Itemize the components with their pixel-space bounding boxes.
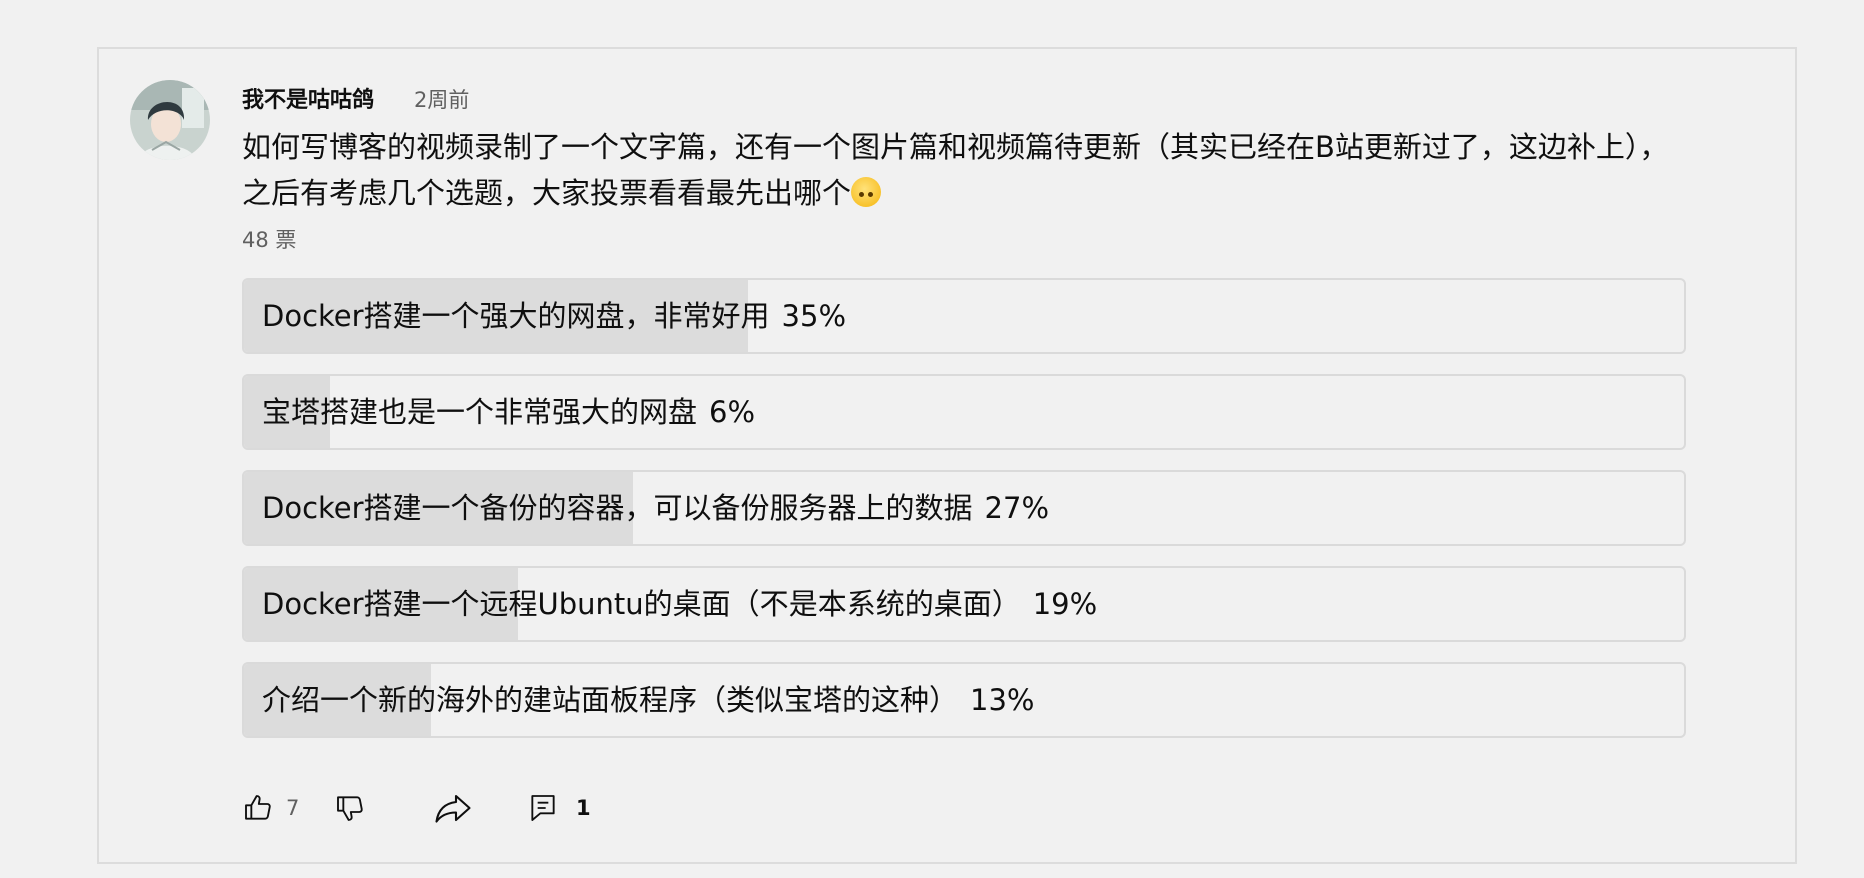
dislike-button[interactable]	[334, 786, 366, 830]
poll-option-text: 介绍一个新的海外的建站面板程序（类似宝塔的这种）	[262, 683, 959, 717]
poll-option-label: 宝塔搭建也是一个非常强大的网盘 6%	[262, 376, 755, 448]
poll: Docker搭建一个强大的网盘，非常好用 35% 宝塔搭建也是一个非常强大的网盘 6…	[242, 278, 1686, 758]
poll-option-text: 宝塔搭建也是一个非常强大的网盘	[262, 395, 698, 429]
comment-icon	[531, 795, 555, 821]
post-timestamp[interactable]: 2周前	[414, 84, 469, 114]
poll-option-percent: 35%	[781, 299, 847, 333]
poll-option-percent: 27%	[984, 491, 1050, 525]
reply-button[interactable]	[528, 786, 558, 830]
poll-option-5[interactable]: 介绍一个新的海外的建站面板程序（类似宝塔的这种） 13%	[242, 662, 1686, 738]
like-count-text: 7	[286, 796, 300, 820]
author-name[interactable]: 我不是咕咕鸽	[242, 82, 374, 114]
poll-option-2[interactable]: 宝塔搭建也是一个非常强大的网盘 6%	[242, 374, 1686, 450]
poll-option-1[interactable]: Docker搭建一个强大的网盘，非常好用 35%	[242, 278, 1686, 354]
thumbs-down-icon	[337, 796, 363, 821]
poll-option-percent: 19%	[1032, 587, 1098, 621]
poll-option-3[interactable]: Docker搭建一个备份的容器，可以备份服务器上的数据 27%	[242, 470, 1686, 546]
share-button[interactable]	[432, 786, 474, 830]
reply-count: 1	[576, 786, 591, 830]
poll-option-label: Docker搭建一个远程Ubuntu的桌面（不是本系统的桌面） 19%	[262, 568, 1097, 640]
vote-count: 48 票	[242, 228, 297, 252]
poll-option-4[interactable]: Docker搭建一个远程Ubuntu的桌面（不是本系统的桌面） 19%	[242, 566, 1686, 642]
poll-option-label: Docker搭建一个强大的网盘，非常好用 35%	[262, 280, 846, 352]
share-icon	[435, 794, 471, 823]
poll-option-percent: 13%	[970, 683, 1035, 717]
like-count: 7	[286, 786, 299, 830]
poll-option-text: Docker搭建一个远程Ubuntu的桌面（不是本系统的桌面）	[262, 587, 1021, 621]
reply-count-text: 1	[576, 796, 591, 820]
poll-option-label: Docker搭建一个备份的容器，可以备份服务器上的数据 27%	[262, 472, 1049, 544]
avatar[interactable]	[130, 80, 210, 160]
upside-down-face-icon	[851, 177, 882, 207]
poll-option-text: Docker搭建一个备份的容器，可以备份服务器上的数据	[262, 491, 973, 525]
like-button[interactable]	[242, 786, 274, 830]
avatar-image	[130, 80, 210, 160]
post-body: 如何写博客的视频录制了一个文字篇，还有一个图片篇和视频篇待更新（其实已经在B站更…	[242, 130, 1669, 210]
poll-option-percent: 6%	[709, 395, 756, 429]
poll-option-text: Docker搭建一个强大的网盘，非常好用	[262, 299, 770, 333]
post-text: 如何写博客的视频录制了一个文字篇，还有一个图片篇和视频篇待更新（其实已经在B站更…	[242, 124, 1692, 216]
poll-option-label: 介绍一个新的海外的建站面板程序（类似宝塔的这种） 13%	[262, 664, 1034, 736]
thumbs-up-icon	[245, 795, 271, 820]
